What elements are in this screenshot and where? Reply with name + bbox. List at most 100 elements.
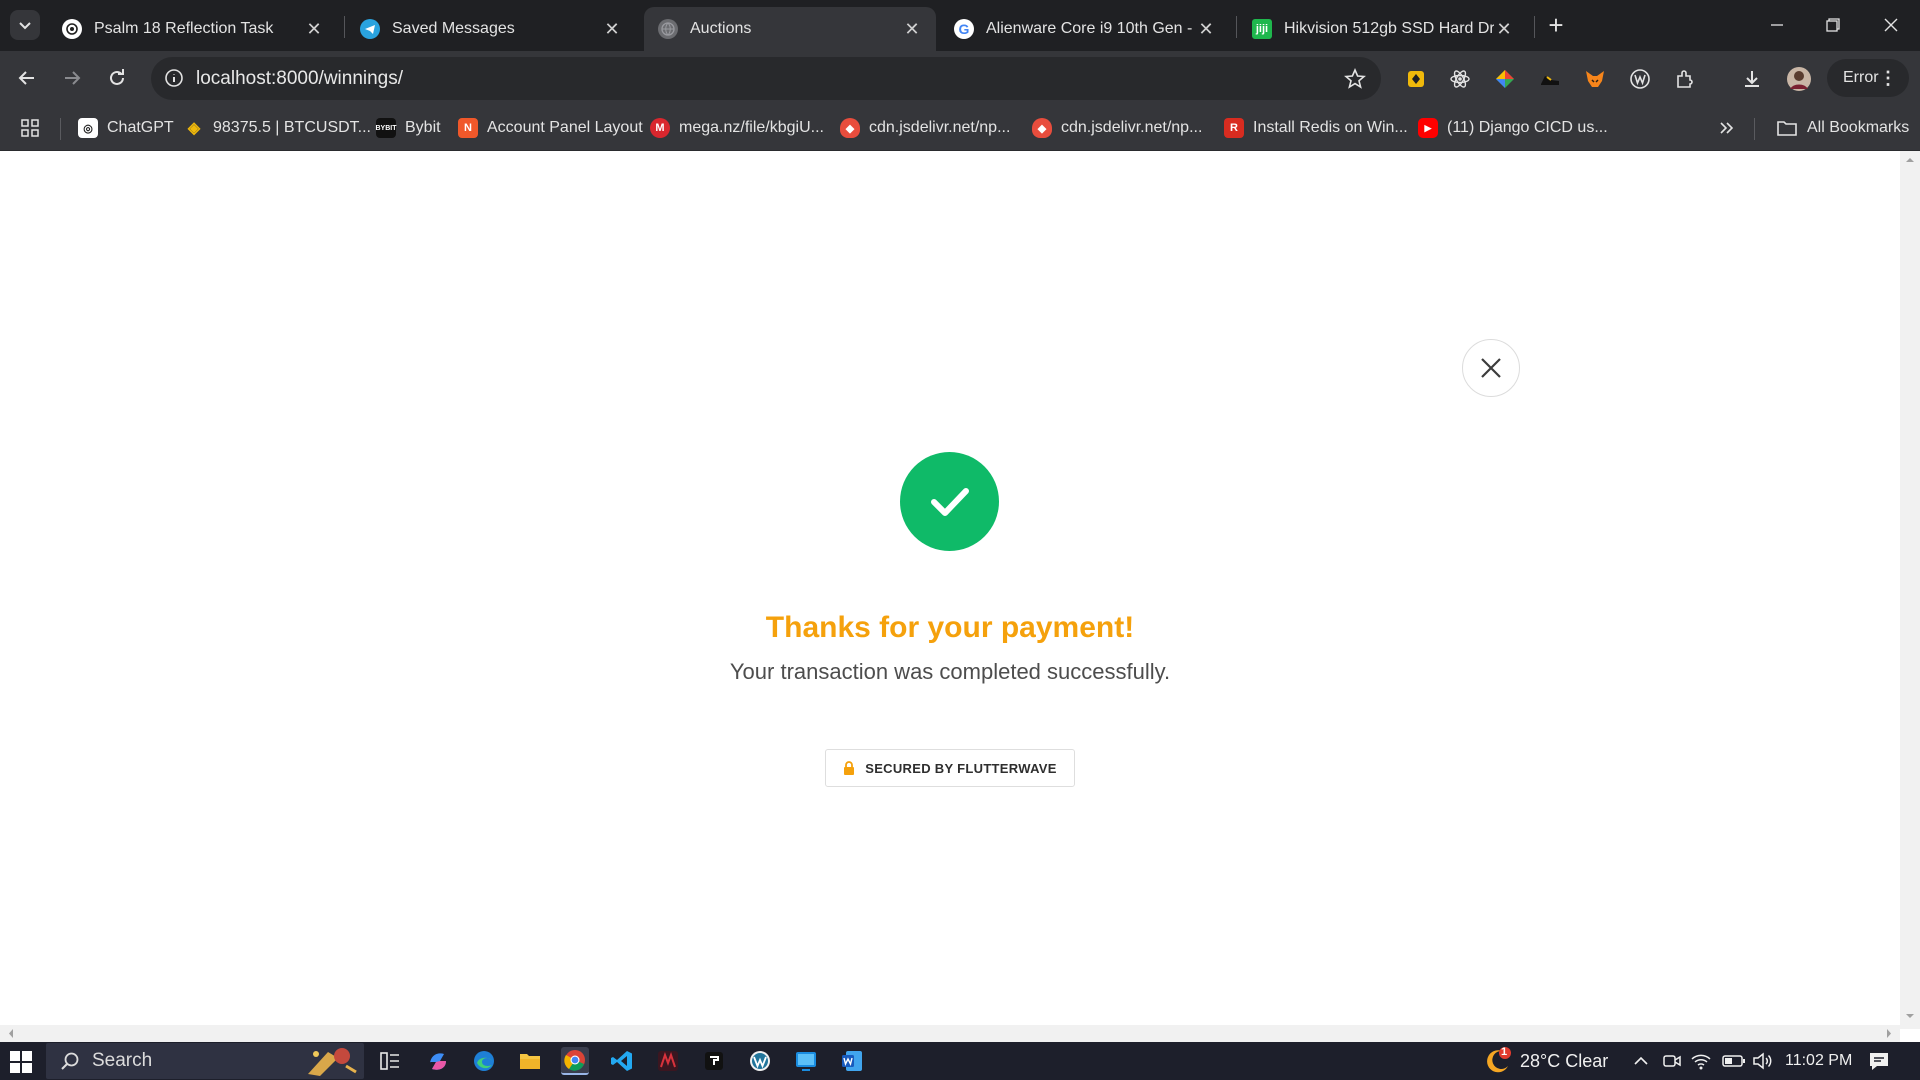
- scroll-down-icon[interactable]: [1900, 1009, 1920, 1023]
- close-icon[interactable]: ✕: [1196, 19, 1216, 39]
- bookmark-btcusdt[interactable]: ◈ 98375.5 | BTCUSDT...: [184, 116, 371, 140]
- apps-grid-icon[interactable]: [20, 116, 40, 140]
- horizontal-scrollbar[interactable]: [0, 1025, 1900, 1042]
- chevron-down-icon: [19, 22, 31, 30]
- extension-binance-icon[interactable]: [1404, 67, 1428, 91]
- game-app-icon[interactable]: [654, 1047, 682, 1075]
- close-icon[interactable]: ✕: [902, 19, 922, 39]
- bookmark-mega[interactable]: M mega.nz/file/kbgiU...: [650, 116, 824, 140]
- lock-icon: [844, 761, 855, 775]
- scroll-left-icon[interactable]: [4, 1025, 18, 1042]
- close-icon[interactable]: ✕: [304, 19, 324, 39]
- close-modal-button[interactable]: [1462, 339, 1520, 397]
- wifi-icon[interactable]: [1690, 1042, 1712, 1080]
- more-bookmarks-icon[interactable]: [1718, 116, 1736, 140]
- edge-icon[interactable]: [470, 1047, 498, 1075]
- new-tab-button[interactable]: +: [1543, 12, 1569, 38]
- tab-title: Psalm 18 Reflection Task: [94, 20, 274, 37]
- vertical-scrollbar[interactable]: [1900, 151, 1920, 1029]
- bookmark-label: cdn.jsdelivr.net/np...: [869, 119, 1011, 136]
- extension-react-icon[interactable]: [1448, 67, 1472, 91]
- bybit-icon: BYBIT: [376, 118, 397, 138]
- scroll-right-icon[interactable]: [1882, 1025, 1896, 1042]
- weather-badge: 1: [1501, 1046, 1508, 1058]
- extension-w-icon[interactable]: [1628, 67, 1652, 91]
- restore-icon: [1826, 18, 1840, 32]
- bookmark-jsdelivr-1[interactable]: ◆ cdn.jsdelivr.net/np...: [840, 116, 1010, 140]
- tab-hikvision[interactable]: jiji Hikvision 512gb SSD Hard Drive ✕: [1238, 7, 1528, 51]
- browser-toolbar: localhost:8000/winnings/ Error ⋮: [0, 51, 1920, 106]
- bookmark-chatgpt[interactable]: ◎ ChatGPT: [78, 116, 174, 140]
- extension-colorpicker-icon[interactable]: [1493, 67, 1517, 91]
- info-icon[interactable]: [163, 67, 185, 89]
- extension-metamask-icon[interactable]: [1583, 67, 1607, 91]
- telegram-icon: [360, 19, 380, 39]
- back-button[interactable]: [10, 61, 44, 95]
- meet-now-icon[interactable]: [1662, 1042, 1682, 1080]
- bookmark-label: (11) Django CICD us...: [1447, 119, 1608, 136]
- task-view-icon[interactable]: [376, 1047, 404, 1075]
- bookmarks-bar: ◎ ChatGPT ◈ 98375.5 | BTCUSDT... BYBIT B…: [0, 106, 1920, 151]
- chrome-icon[interactable]: [561, 1047, 589, 1075]
- reload-icon: [110, 69, 124, 85]
- star-icon[interactable]: [1343, 67, 1367, 91]
- avatar[interactable]: [1785, 65, 1813, 93]
- reload-button[interactable]: [100, 61, 134, 95]
- copilot-icon[interactable]: [424, 1047, 452, 1075]
- bookmark-account-panel[interactable]: N Account Panel Layout: [458, 116, 643, 140]
- tab-psalm[interactable]: Psalm 18 Reflection Task ✕: [48, 7, 338, 51]
- youtube-icon: ▶: [1418, 118, 1438, 138]
- secured-by-flutterwave-badge[interactable]: SECURED BY FLUTTERWAVE: [825, 749, 1075, 787]
- restore-button[interactable]: [1812, 8, 1854, 42]
- close-icon[interactable]: ✕: [602, 19, 622, 39]
- terminal-app-icon[interactable]: [700, 1047, 728, 1075]
- tab-strip: Psalm 18 Reflection Task ✕ Saved Message…: [0, 0, 1920, 51]
- tab-divider: [1534, 16, 1535, 38]
- tab-saved-messages[interactable]: Saved Messages ✕: [346, 7, 636, 51]
- bookmark-jsdelivr-2[interactable]: ◆ cdn.jsdelivr.net/np...: [1032, 116, 1202, 140]
- download-icon[interactable]: [1740, 67, 1764, 91]
- bookmark-redis[interactable]: R Install Redis on Win...: [1224, 116, 1408, 140]
- extension-shoe-icon[interactable]: [1538, 67, 1562, 91]
- tab-alienware[interactable]: G Alienware Core i9 10th Gen - Go ✕: [940, 7, 1230, 51]
- volume-icon[interactable]: [1752, 1042, 1774, 1080]
- clock[interactable]: 11:02 PM: [1785, 1042, 1852, 1080]
- bookmark-django-cicd[interactable]: ▶ (11) Django CICD us...: [1418, 116, 1608, 140]
- vscode-icon[interactable]: [608, 1047, 636, 1075]
- show-hidden-icons-chevron-icon[interactable]: [1632, 1042, 1650, 1080]
- tab-title: Hikvision 512gb SSD Hard Drive: [1284, 20, 1494, 37]
- bookmark-bybit[interactable]: BYBIT Bybit: [376, 116, 441, 140]
- wordpress-icon[interactable]: [746, 1047, 774, 1075]
- scroll-up-icon[interactable]: [1900, 153, 1920, 167]
- taskbar-search-label: Search: [92, 1050, 153, 1071]
- tab-title: Alienware Core i9 10th Gen - Go: [986, 20, 1196, 37]
- minimize-button[interactable]: [1756, 8, 1798, 42]
- file-explorer-icon[interactable]: [516, 1047, 544, 1075]
- desktop-app-icon[interactable]: [792, 1047, 820, 1075]
- close-window-button[interactable]: [1870, 8, 1912, 42]
- chatgpt-icon: [62, 19, 82, 39]
- battery-icon[interactable]: [1722, 1042, 1746, 1080]
- taskbar-search[interactable]: Search: [46, 1043, 364, 1079]
- address-url[interactable]: localhost:8000/winnings/: [196, 68, 403, 90]
- weather-widget[interactable]: 1 28°C Clear: [1482, 1042, 1608, 1080]
- panel-icon: N: [458, 118, 478, 138]
- google-icon: G: [954, 19, 974, 39]
- tab-search-button[interactable]: [10, 10, 40, 40]
- bookmark-label: ChatGPT: [107, 119, 174, 136]
- moon-weather-icon: [1487, 1047, 1511, 1073]
- kebab-menu-icon[interactable]: ⋮: [1879, 68, 1897, 89]
- address-bar[interactable]: localhost:8000/winnings/: [151, 57, 1381, 100]
- binance-icon: ◈: [187, 120, 201, 137]
- all-bookmarks[interactable]: All Bookmarks: [1776, 116, 1909, 140]
- tab-auctions[interactable]: Auctions ✕: [644, 7, 936, 51]
- notifications-icon[interactable]: [1868, 1042, 1890, 1080]
- word-icon[interactable]: [838, 1047, 866, 1075]
- bookmark-label: Account Panel Layout: [487, 119, 643, 136]
- extensions-puzzle-icon[interactable]: [1673, 67, 1697, 91]
- close-icon[interactable]: ✕: [1494, 19, 1514, 39]
- windows-start-icon[interactable]: [10, 1051, 32, 1073]
- profile-error-button[interactable]: Error ⋮: [1827, 59, 1909, 97]
- forward-button[interactable]: [55, 61, 89, 95]
- mega-icon: M: [650, 118, 670, 138]
